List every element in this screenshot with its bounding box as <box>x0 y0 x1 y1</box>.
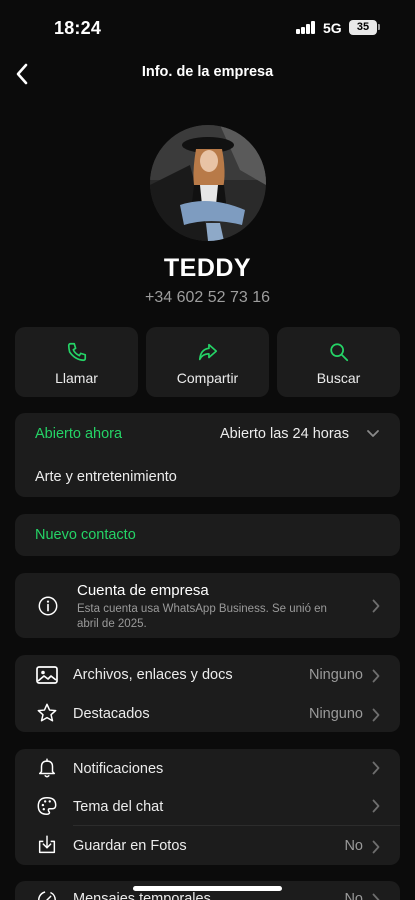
disappearing-messages-label: Mensajes temporales <box>73 891 211 900</box>
business-account-description-line2: abril de 2025. <box>77 618 147 630</box>
battery-icon: 35 <box>349 20 377 35</box>
notifications-label: Notificaciones <box>73 761 164 777</box>
search-icon <box>329 343 348 362</box>
phone-icon <box>67 342 86 362</box>
starred-label: Destacados <box>73 706 150 722</box>
share-button[interactable]: Compartir <box>146 327 269 397</box>
business-category: Arte y entretenimiento <box>35 469 177 485</box>
media-links-docs-row[interactable]: Archivos, enlaces y docs Ninguno <box>15 655 400 694</box>
status-time: 18:24 <box>54 18 102 38</box>
bell-icon <box>35 756 59 780</box>
business-account-title: Cuenta de empresa <box>77 582 209 599</box>
palette-icon <box>35 794 59 818</box>
contact-name: TEDDY <box>163 254 252 282</box>
page-title: Info. de la empresa <box>141 64 274 80</box>
share-icon <box>198 343 217 361</box>
media-links-docs-label: Archivos, enlaces y docs <box>73 667 233 683</box>
search-label: Buscar <box>316 370 361 386</box>
new-contact-card[interactable]: Nuevo contacto <box>15 514 400 556</box>
avatar[interactable] <box>150 125 266 241</box>
call-button[interactable]: Llamar <box>15 327 138 397</box>
starred-row[interactable]: Destacados Ninguno <box>15 694 400 732</box>
contact-phone: +34 602 52 73 16 <box>144 289 270 306</box>
open-status: Abierto ahora <box>35 426 123 442</box>
status-bar: 18:24 5G 35 <box>0 0 415 56</box>
business-hours-card: Abierto ahora Abierto las 24 horas Arte … <box>15 413 400 497</box>
star-icon <box>35 701 59 725</box>
business-account-description: Esta cuenta usa WhatsApp Business. Se un… <box>77 602 327 632</box>
chevron-down-icon[interactable] <box>366 428 380 440</box>
business-info-screen: 18:24 5G 35 Info. de la empresa TEDDY +3… <box>0 0 415 900</box>
media-card: Archivos, enlaces y docs Ninguno Destaca… <box>15 655 400 732</box>
new-contact-label[interactable]: Nuevo contacto <box>35 527 136 543</box>
photo-icon <box>35 663 59 687</box>
call-label: Llamar <box>55 370 98 386</box>
chat-theme-row[interactable]: Tema del chat <box>15 787 400 825</box>
chevron-right-icon <box>372 599 380 613</box>
business-account-description-line1: Esta cuenta usa WhatsApp Business. Se un… <box>77 603 327 615</box>
chevron-right-icon <box>372 893 380 900</box>
battery-cap <box>378 24 380 30</box>
signal-icon <box>296 21 316 34</box>
chevron-right-icon <box>372 761 380 775</box>
save-to-photos-value: No <box>344 838 363 854</box>
save-to-photos-row[interactable]: Guardar en Fotos No <box>15 826 400 865</box>
chevron-right-icon <box>372 669 380 683</box>
chat-theme-label: Tema del chat <box>73 799 164 815</box>
notifications-row[interactable]: Notificaciones <box>15 749 400 787</box>
home-indicator[interactable] <box>133 886 282 891</box>
chevron-right-icon <box>372 840 380 854</box>
nav-bar: Info. de la empresa <box>0 56 415 92</box>
starred-value: Ninguno <box>308 706 363 722</box>
info-icon <box>38 596 58 616</box>
business-account-card[interactable]: Cuenta de empresa Esta cuenta usa WhatsA… <box>15 573 400 638</box>
chevron-right-icon <box>372 799 380 813</box>
network-label: 5G <box>323 20 342 36</box>
save-to-photos-label: Guardar en Fotos <box>73 838 187 854</box>
settings-card: Notificaciones Tema del chat Guardar en … <box>15 749 400 865</box>
timer-icon <box>35 888 59 900</box>
hours-detail[interactable]: Abierto las 24 horas <box>220 426 349 442</box>
media-links-docs-value: Ninguno <box>308 667 363 683</box>
chevron-right-icon <box>372 708 380 722</box>
search-button[interactable]: Buscar <box>277 327 400 397</box>
share-label: Compartir <box>176 370 239 386</box>
disappearing-messages-value: No <box>344 891 363 900</box>
save-to-photos-icon <box>35 833 59 857</box>
